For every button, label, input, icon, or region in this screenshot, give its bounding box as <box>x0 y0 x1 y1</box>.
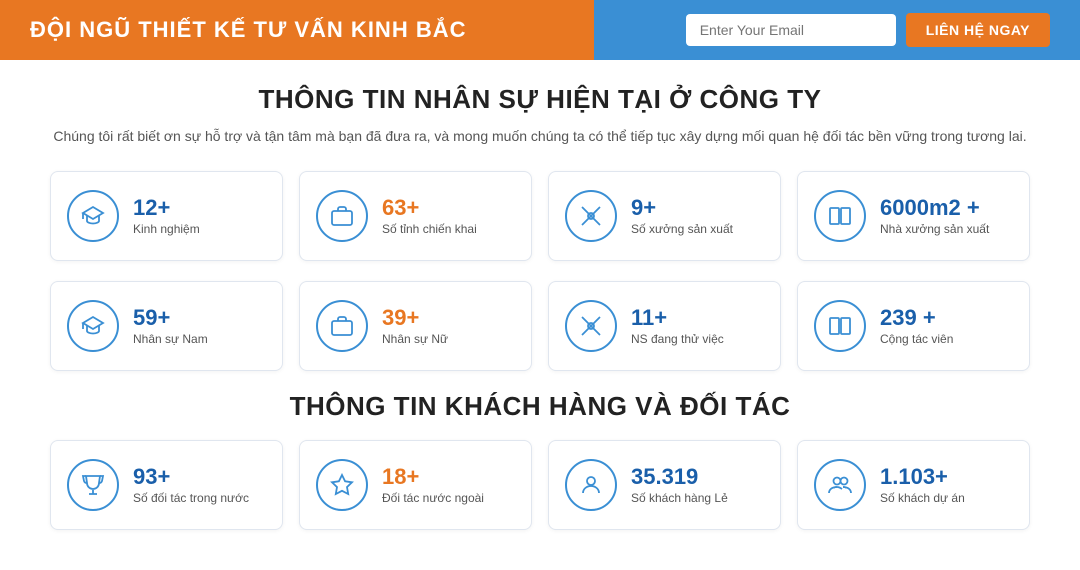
section1: THÔNG TIN NHÂN SỰ HIỆN TẠI Ở CÔNG TY Chú… <box>0 60 1080 570</box>
stat-icon <box>67 300 119 352</box>
stat-icon <box>814 190 866 242</box>
header-title: ĐỘI NGŨ THIẾT KẾ TƯ VẤN KINH BẮC <box>30 17 686 43</box>
section1-subtitle: Chúng tôi rất biết ơn sự hỗ trợ và tận t… <box>50 125 1030 147</box>
stat-number: 9+ <box>631 196 733 220</box>
stat-number: 93+ <box>133 465 249 489</box>
stats-grid-row3: 93+ Số đối tác trong nước 18+ Đối tác nước … <box>50 440 1030 530</box>
stat-label: Số xưởng sản xuất <box>631 222 733 236</box>
stat-card: 59+ Nhân sự Nam <box>50 281 283 371</box>
stat-number: 239 + <box>880 306 953 330</box>
section2: THÔNG TIN KHÁCH HÀNG VÀ ĐỐI TÁC 93+ Số đố… <box>50 391 1030 530</box>
stat-label: NS đang thử việc <box>631 332 724 346</box>
stat-label: Số khách hàng Lẻ <box>631 491 728 505</box>
stat-card: 9+ Số xưởng sản xuất <box>548 171 781 261</box>
stat-label: Nhà xưởng sản xuất <box>880 222 989 236</box>
contact-button[interactable]: LIÊN HỆ NGAY <box>906 13 1050 47</box>
header: ĐỘI NGŨ THIẾT KẾ TƯ VẤN KINH BẮC LIÊN HỆ… <box>0 0 1080 60</box>
stat-number: 11+ <box>631 306 724 330</box>
section2-title: THÔNG TIN KHÁCH HÀNG VÀ ĐỐI TÁC <box>50 391 1030 422</box>
stat-card: 35.319 Số khách hàng Lẻ <box>548 440 781 530</box>
stat-label: Kinh nghiệm <box>133 222 200 236</box>
stat-number: 35.319 <box>631 465 728 489</box>
stat-icon <box>67 190 119 242</box>
stat-card: 239 + Cộng tác viên <box>797 281 1030 371</box>
header-form: LIÊN HỆ NGAY <box>686 13 1050 47</box>
stat-card: 63+ Số tỉnh chiến khai <box>299 171 532 261</box>
stat-label: Số khách dự án <box>880 491 965 505</box>
stat-label: Số đối tác trong nước <box>133 491 249 505</box>
stat-card: 12+ Kinh nghiệm <box>50 171 283 261</box>
stat-card: 93+ Số đối tác trong nước <box>50 440 283 530</box>
email-input[interactable] <box>686 14 896 46</box>
stat-label: Số tỉnh chiến khai <box>382 222 477 236</box>
stat-icon <box>565 459 617 511</box>
stats-grid-row1: 12+ Kinh nghiệm 63+ Số tỉnh chiến khai 9+ Số … <box>50 171 1030 261</box>
stat-number: 6000m2 + <box>880 196 989 220</box>
stat-label: Nhân sự Nữ <box>382 332 448 346</box>
stat-number: 18+ <box>382 465 484 489</box>
stat-label: Cộng tác viên <box>880 332 953 346</box>
stat-card: 18+ Đối tác nước ngoài <box>299 440 532 530</box>
stat-icon <box>565 300 617 352</box>
stat-number: 59+ <box>133 306 208 330</box>
stat-icon <box>316 190 368 242</box>
stat-card: 1.103+ Số khách dự án <box>797 440 1030 530</box>
stat-number: 63+ <box>382 196 477 220</box>
stat-icon <box>316 300 368 352</box>
stat-number: 12+ <box>133 196 200 220</box>
stat-label: Nhân sự Nam <box>133 332 208 346</box>
stat-number: 1.103+ <box>880 465 965 489</box>
stats-grid-row2: 59+ Nhân sự Nam 39+ Nhân sự Nữ 11+ NS đang th… <box>50 281 1030 371</box>
section1-title: THÔNG TIN NHÂN SỰ HIỆN TẠI Ở CÔNG TY <box>50 84 1030 115</box>
stat-icon <box>67 459 119 511</box>
stat-icon <box>565 190 617 242</box>
stat-icon <box>814 300 866 352</box>
stat-label: Đối tác nước ngoài <box>382 491 484 505</box>
stat-card: 11+ NS đang thử việc <box>548 281 781 371</box>
stat-icon <box>814 459 866 511</box>
stat-card: 39+ Nhân sự Nữ <box>299 281 532 371</box>
stat-icon <box>316 459 368 511</box>
stat-number: 39+ <box>382 306 448 330</box>
stat-card: 6000m2 + Nhà xưởng sản xuất <box>797 171 1030 261</box>
